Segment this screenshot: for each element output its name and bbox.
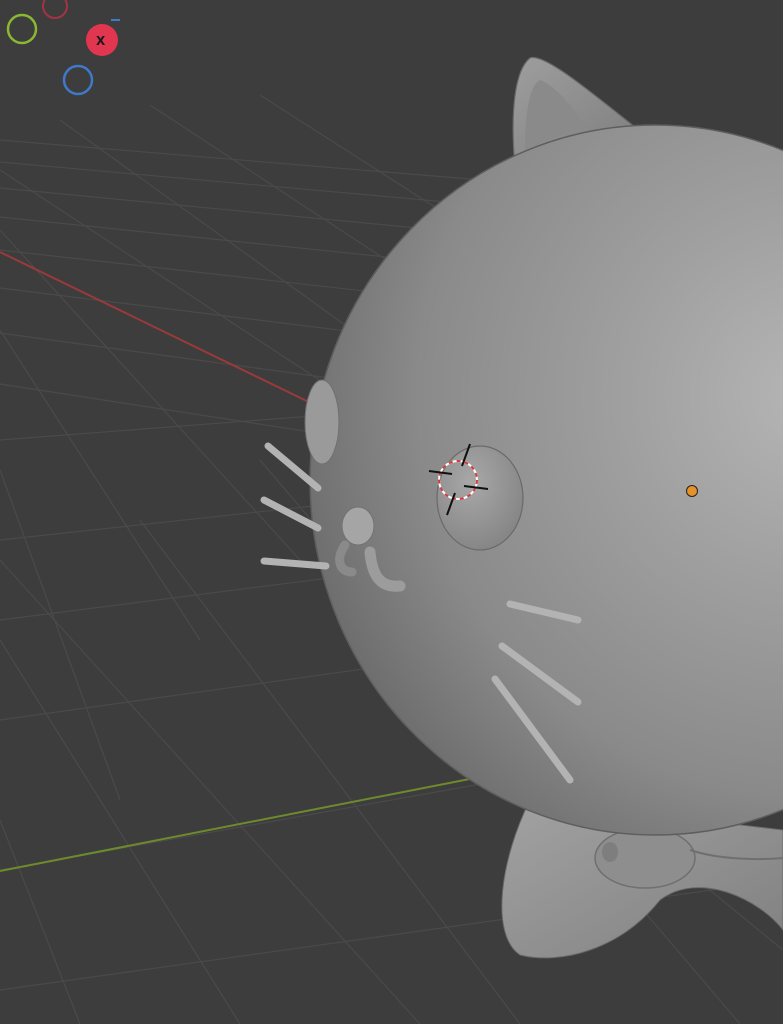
3d-viewport[interactable]: X bbox=[0, 0, 783, 1024]
y-axis-line bbox=[0, 774, 491, 872]
gizmo-z-handle[interactable] bbox=[62, 64, 94, 96]
navigation-gizmo[interactable]: X bbox=[0, 0, 120, 110]
x-axis-line bbox=[0, 251, 316, 406]
viewport-canvas[interactable] bbox=[0, 0, 783, 1024]
object-origin-dot bbox=[686, 485, 698, 497]
gizmo-x-label: X bbox=[96, 34, 106, 48]
cat-head[interactable] bbox=[304, 124, 783, 836]
gizmo-y-handle[interactable] bbox=[6, 13, 38, 45]
gizmo-neg-x-handle[interactable] bbox=[42, 0, 68, 19]
